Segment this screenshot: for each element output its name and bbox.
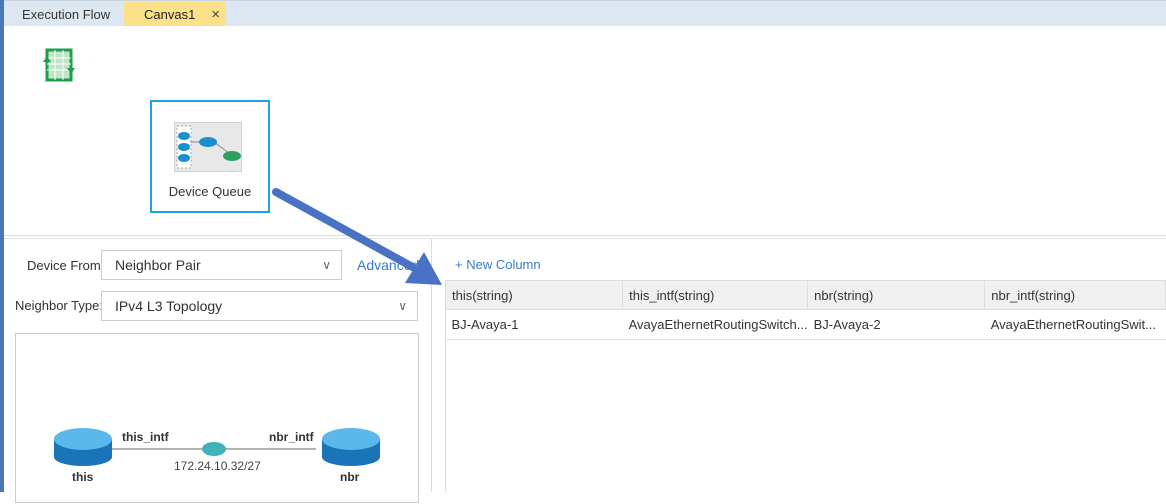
panel-splitter[interactable] xyxy=(431,239,432,492)
subnet-label: 172.24.10.32/27 xyxy=(174,459,261,473)
divider xyxy=(4,238,1166,239)
tab-label: Canvas1 xyxy=(144,7,196,22)
topology-preview: this_intf nbr_intf 172.24.10.32/27 this … xyxy=(15,333,419,503)
column-header[interactable]: nbr_intf(string) xyxy=(984,280,1166,310)
nbr-label: nbr xyxy=(340,470,360,484)
router-icon-nbr xyxy=(322,428,380,466)
device-queue-node[interactable]: Device Queue xyxy=(150,100,270,213)
node-label: Device Queue xyxy=(168,184,252,199)
column-header[interactable]: nbr(string) xyxy=(807,280,986,310)
close-icon[interactable]: × xyxy=(211,2,220,27)
this-label: this xyxy=(72,470,94,484)
neighbor-type-select[interactable]: IPv4 L3 Topology ∨ xyxy=(101,291,418,321)
chevron-down-icon: ∨ xyxy=(322,258,331,272)
table-refresh-icon[interactable] xyxy=(43,48,75,82)
table-cell[interactable]: AvayaEthernetRoutingSwit... xyxy=(984,309,1166,340)
advanced-link[interactable]: Advanced xyxy=(357,257,419,273)
chevron-down-icon: ∨ xyxy=(398,299,407,313)
data-table: this(string) this_intf(string) nbr(strin… xyxy=(444,280,1166,340)
device-from-label: Device From: xyxy=(27,258,105,273)
table-cell[interactable]: AvayaEthernetRoutingSwitch... xyxy=(622,309,808,340)
nbr-intf-label: nbr_intf xyxy=(269,430,314,444)
column-header[interactable]: this_intf(string) xyxy=(622,280,809,310)
subnet-icon xyxy=(202,442,226,456)
tab-canvas1[interactable]: Canvas1 × xyxy=(124,2,226,27)
table-cell[interactable]: BJ-Avaya-2 xyxy=(807,309,985,340)
table-cell[interactable]: BJ-Avaya-1 xyxy=(445,309,623,340)
neighbor-type-label: Neighbor Type: xyxy=(15,298,103,313)
device-from-select[interactable]: Neighbor Pair ∨ xyxy=(101,250,342,280)
tab-execution-flow[interactable]: Execution Flow xyxy=(22,2,110,27)
this-intf-label: this_intf xyxy=(122,430,169,444)
select-value: Neighbor Pair xyxy=(115,257,201,273)
device-queue-icon xyxy=(174,122,242,172)
table-header: this(string) this_intf(string) nbr(strin… xyxy=(444,280,1166,310)
select-value: IPv4 L3 Topology xyxy=(115,298,223,314)
router-icon-this xyxy=(54,428,112,466)
new-column-button[interactable]: + New Column xyxy=(455,257,541,272)
table-row[interactable]: BJ-Avaya-1 AvayaEthernetRoutingSwitch...… xyxy=(445,309,1166,340)
column-header[interactable]: this(string) xyxy=(444,280,624,310)
tab-bar: Execution Flow Canvas1 × xyxy=(4,0,1166,27)
